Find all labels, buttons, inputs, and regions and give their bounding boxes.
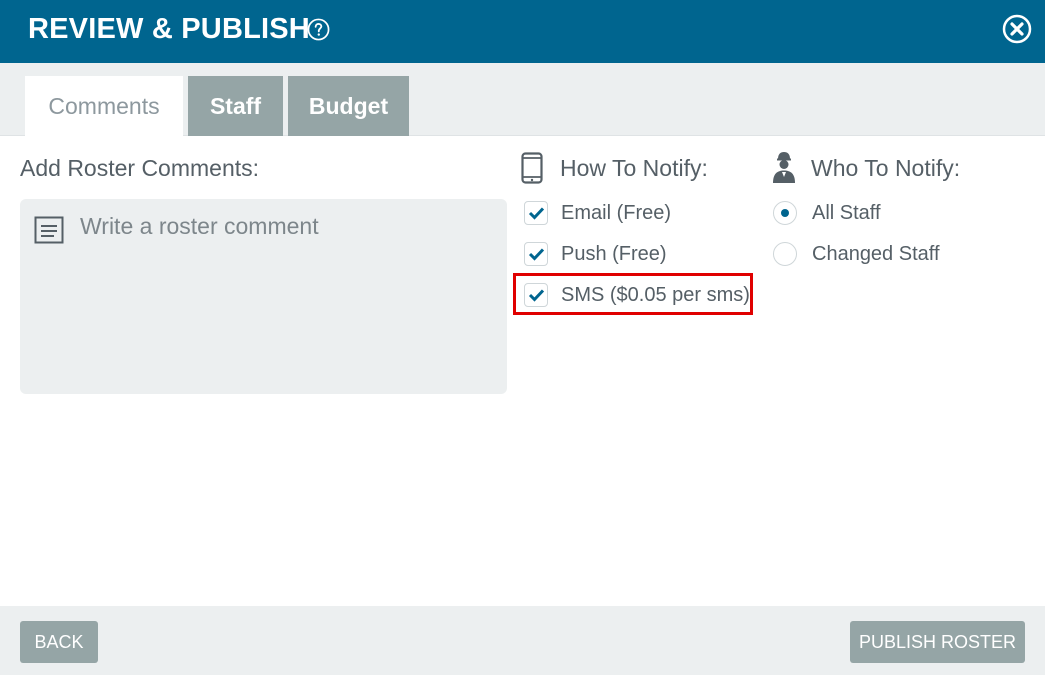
comment-placeholder: Write a roster comment — [80, 213, 319, 239]
tab-bar: Comments Staff Budget — [0, 63, 1045, 136]
radio-selected-dot — [781, 209, 789, 217]
check-icon — [528, 248, 545, 261]
comments-label: Add Roster Comments: — [20, 155, 260, 181]
changed-staff-radio[interactable] — [773, 242, 797, 266]
publish-roster-button[interactable]: PUBLISH ROSTER — [850, 621, 1025, 663]
email-checkbox[interactable] — [524, 201, 548, 225]
close-icon[interactable] — [1002, 14, 1032, 44]
all-staff-radio[interactable] — [773, 201, 797, 225]
back-button[interactable]: BACK — [20, 621, 98, 663]
roster-comment-input[interactable]: Write a roster comment — [20, 199, 507, 394]
dialog-header: REVIEW & PUBLISH — [0, 0, 1045, 63]
dialog-footer: BACK PUBLISH ROSTER — [0, 606, 1045, 675]
dialog-title: REVIEW & PUBLISH — [28, 13, 310, 45]
sms-highlight-box — [513, 273, 753, 315]
changed-staff-label[interactable]: Changed Staff — [812, 239, 940, 269]
phone-icon — [521, 152, 543, 184]
tab-budget[interactable]: Budget — [288, 76, 409, 136]
tab-staff[interactable]: Staff — [188, 76, 283, 136]
staff-icon — [773, 152, 795, 183]
comment-icon — [34, 216, 64, 244]
check-icon — [528, 207, 545, 220]
who-to-notify-label: Who To Notify: — [811, 155, 961, 181]
email-option-label[interactable]: Email (Free) — [561, 198, 671, 228]
push-checkbox[interactable] — [524, 242, 548, 266]
how-to-notify-label: How To Notify: — [560, 155, 708, 181]
all-staff-label[interactable]: All Staff — [812, 198, 881, 228]
tab-comments[interactable]: Comments — [25, 76, 183, 136]
push-option-label[interactable]: Push (Free) — [561, 239, 667, 269]
help-icon[interactable] — [307, 18, 330, 41]
